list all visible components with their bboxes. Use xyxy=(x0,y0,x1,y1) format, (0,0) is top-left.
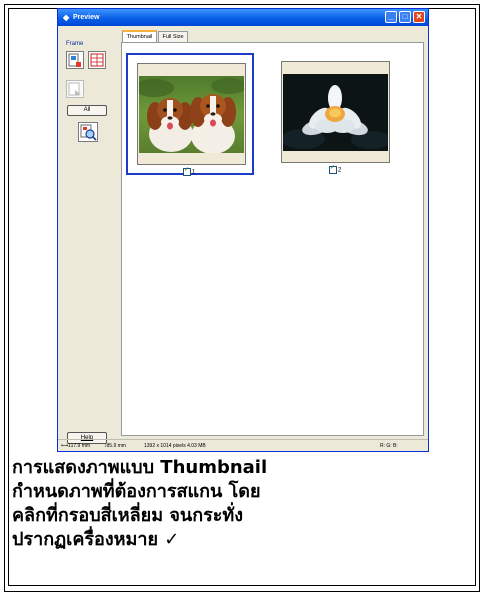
thumbnail-checkbox-2[interactable]: 2 xyxy=(329,164,342,175)
zoom-preview-icon[interactable] xyxy=(78,122,98,142)
preview-window: ◆ Preview _ □ ✕ Frame All Help Thumbnail… xyxy=(57,8,429,452)
thumbnail-frame xyxy=(281,61,390,163)
minimize-button[interactable]: _ xyxy=(385,11,397,23)
thumbnail-frame xyxy=(137,63,246,165)
tab-full-size[interactable]: Full Size xyxy=(158,31,188,42)
thumbnail-1[interactable]: 1 xyxy=(126,53,254,177)
caption-line-4: ปรากฏเครื่องหมาย ✓ xyxy=(12,529,180,550)
left-toolbar: Frame All Help xyxy=(61,29,115,449)
thumbnail-label-2: 2 xyxy=(338,167,342,174)
app-icon: ◆ xyxy=(63,13,70,22)
thumbnail-label-1: 1 xyxy=(192,169,196,176)
frame-tools xyxy=(64,51,112,111)
checkbox-icon xyxy=(183,166,191,176)
caption-line-2: กำหนดภาพที่ต้องการสแกน โดย xyxy=(12,481,261,502)
thumbnail-checkbox-1[interactable]: 1 xyxy=(183,166,196,177)
checkbox-icon xyxy=(329,164,337,174)
select-all-frames-icon[interactable] xyxy=(88,51,106,69)
height-readout: ↕85.9 mm xyxy=(104,443,126,449)
frame-label: Frame xyxy=(66,41,84,47)
scan-icon[interactable] xyxy=(66,80,84,98)
preview-area: 1 xyxy=(121,42,424,436)
window-title: Preview xyxy=(73,14,100,21)
rgb-readout: R: G: B: xyxy=(380,443,398,449)
pixel-size-readout: 1392 x 1014 pixels 4.03 MB xyxy=(144,443,206,449)
width-readout: ⟷117.9 mm xyxy=(61,443,91,449)
dogs-image xyxy=(139,76,244,153)
auto-locate-icon[interactable] xyxy=(66,51,84,69)
all-button[interactable]: All xyxy=(67,105,107,116)
thumbnail-2[interactable]: 2 xyxy=(272,53,400,175)
maximize-button[interactable]: □ xyxy=(399,11,411,23)
caption-line-3: คลิกที่กรอบสี่เหลี่ยม จนกระทั่ง xyxy=(12,505,244,526)
flower-image xyxy=(283,74,388,151)
close-button[interactable]: ✕ xyxy=(413,11,425,23)
caption-text: การแสดงภาพแบบ Thumbnail กำหนดภาพที่ต้องก… xyxy=(12,456,472,552)
caption-line-1: การแสดงภาพแบบ Thumbnail xyxy=(12,457,268,478)
status-bar: ⟷117.9 mm ↕85.9 mm 1392 x 1014 pixels 4.… xyxy=(58,439,428,452)
title-bar[interactable]: ◆ Preview _ □ ✕ xyxy=(58,9,428,26)
